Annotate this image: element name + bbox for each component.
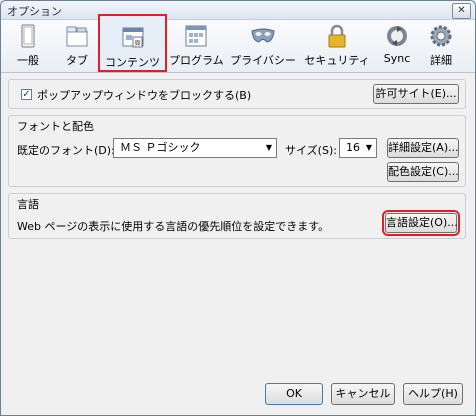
size-label: サイズ(S): xyxy=(285,144,337,157)
advanced-fonts-button[interactable]: 詳細設定(A)... xyxy=(387,138,459,158)
help-button[interactable]: ヘルプ(H) xyxy=(403,383,463,405)
tab-tabs-label: タブ xyxy=(66,54,88,67)
block-popups-label: ポップアップウィンドウをブロックする(B) xyxy=(37,89,252,102)
tab-applications-label: プログラム xyxy=(169,54,224,67)
content-icon: 頁 xyxy=(122,27,143,48)
tab-content[interactable]: 頁 コンテンツ xyxy=(98,14,167,72)
general-icon xyxy=(21,24,35,48)
pane-toolbar: 一般 タブ 頁 コンテンツ プログラム プライバシー セキュリティ Sync 詳… xyxy=(1,14,475,73)
tab-tabs[interactable]: タブ xyxy=(53,20,101,72)
tab-privacy-label: プライバシー xyxy=(230,54,296,67)
privacy-mask-icon xyxy=(251,28,275,43)
default-font-select[interactable]: ＭＳ Ｐゴシック ▼ xyxy=(113,138,277,158)
default-font-value: ＭＳ Ｐゴシック xyxy=(120,141,201,154)
tab-general[interactable]: 一般 xyxy=(8,20,48,72)
tabs-icon xyxy=(66,26,88,47)
fonts-group-title: フォントと配色 xyxy=(17,120,94,133)
window-title: オプション xyxy=(7,5,62,18)
sync-icon xyxy=(387,26,407,46)
choose-languages-button[interactable]: 言語設定(O)... xyxy=(382,210,460,236)
popup-group: ✓ ポップアップウィンドウをブロックする(B) 許可サイト(E)... xyxy=(8,79,466,109)
languages-group-title: 言語 xyxy=(17,198,39,211)
content-pane: ✓ ポップアップウィンドウをブロックする(B) 許可サイト(E)... フォント… xyxy=(1,73,475,415)
block-popups-checkbox[interactable]: ✓ xyxy=(21,89,32,100)
colors-button[interactable]: 配色設定(C)... xyxy=(387,162,459,182)
tab-privacy[interactable]: プライバシー xyxy=(230,20,296,72)
tab-advanced[interactable]: 詳細 xyxy=(421,20,461,72)
gear-icon xyxy=(430,25,452,47)
chevron-down-icon: ▼ xyxy=(365,143,372,152)
tab-sync-label: Sync xyxy=(383,52,411,65)
ok-button[interactable]: OK xyxy=(265,383,323,405)
lock-icon xyxy=(328,24,346,48)
tab-security[interactable]: セキュリティ xyxy=(304,20,370,72)
title-bar: オプション ✕ xyxy=(1,1,475,20)
tab-applications[interactable]: プログラム xyxy=(169,20,224,72)
close-button[interactable]: ✕ xyxy=(452,3,471,19)
svg-text:頁: 頁 xyxy=(134,40,140,47)
languages-group: 言語 Web ページの表示に使用する言語の優先順位を設定できます。 言語設定(O… xyxy=(8,193,466,239)
options-dialog: オプション ✕ 一般 タブ 頁 コンテンツ プログラム プライバシー セキュリテ… xyxy=(0,0,476,416)
font-size-value: 16 xyxy=(346,141,360,154)
default-font-label: 既定のフォント(D): xyxy=(17,144,115,157)
font-size-select[interactable]: 16 ▼ xyxy=(339,138,377,158)
tab-advanced-label: 詳細 xyxy=(430,54,452,67)
fonts-group: フォントと配色 既定のフォント(D): ＭＳ Ｐゴシック ▼ サイズ(S): 1… xyxy=(8,115,466,187)
cancel-button[interactable]: キャンセル xyxy=(331,383,395,405)
applications-icon xyxy=(185,25,207,47)
tab-sync[interactable]: Sync xyxy=(377,20,417,72)
languages-description: Web ページの表示に使用する言語の優先順位を設定できます。 xyxy=(17,220,330,233)
exceptions-button[interactable]: 許可サイト(E)... xyxy=(373,84,459,104)
tab-general-label: 一般 xyxy=(17,54,39,67)
chevron-down-icon: ▼ xyxy=(265,143,272,152)
tab-security-label: セキュリティ xyxy=(304,54,370,67)
tab-content-label: コンテンツ xyxy=(105,56,160,69)
